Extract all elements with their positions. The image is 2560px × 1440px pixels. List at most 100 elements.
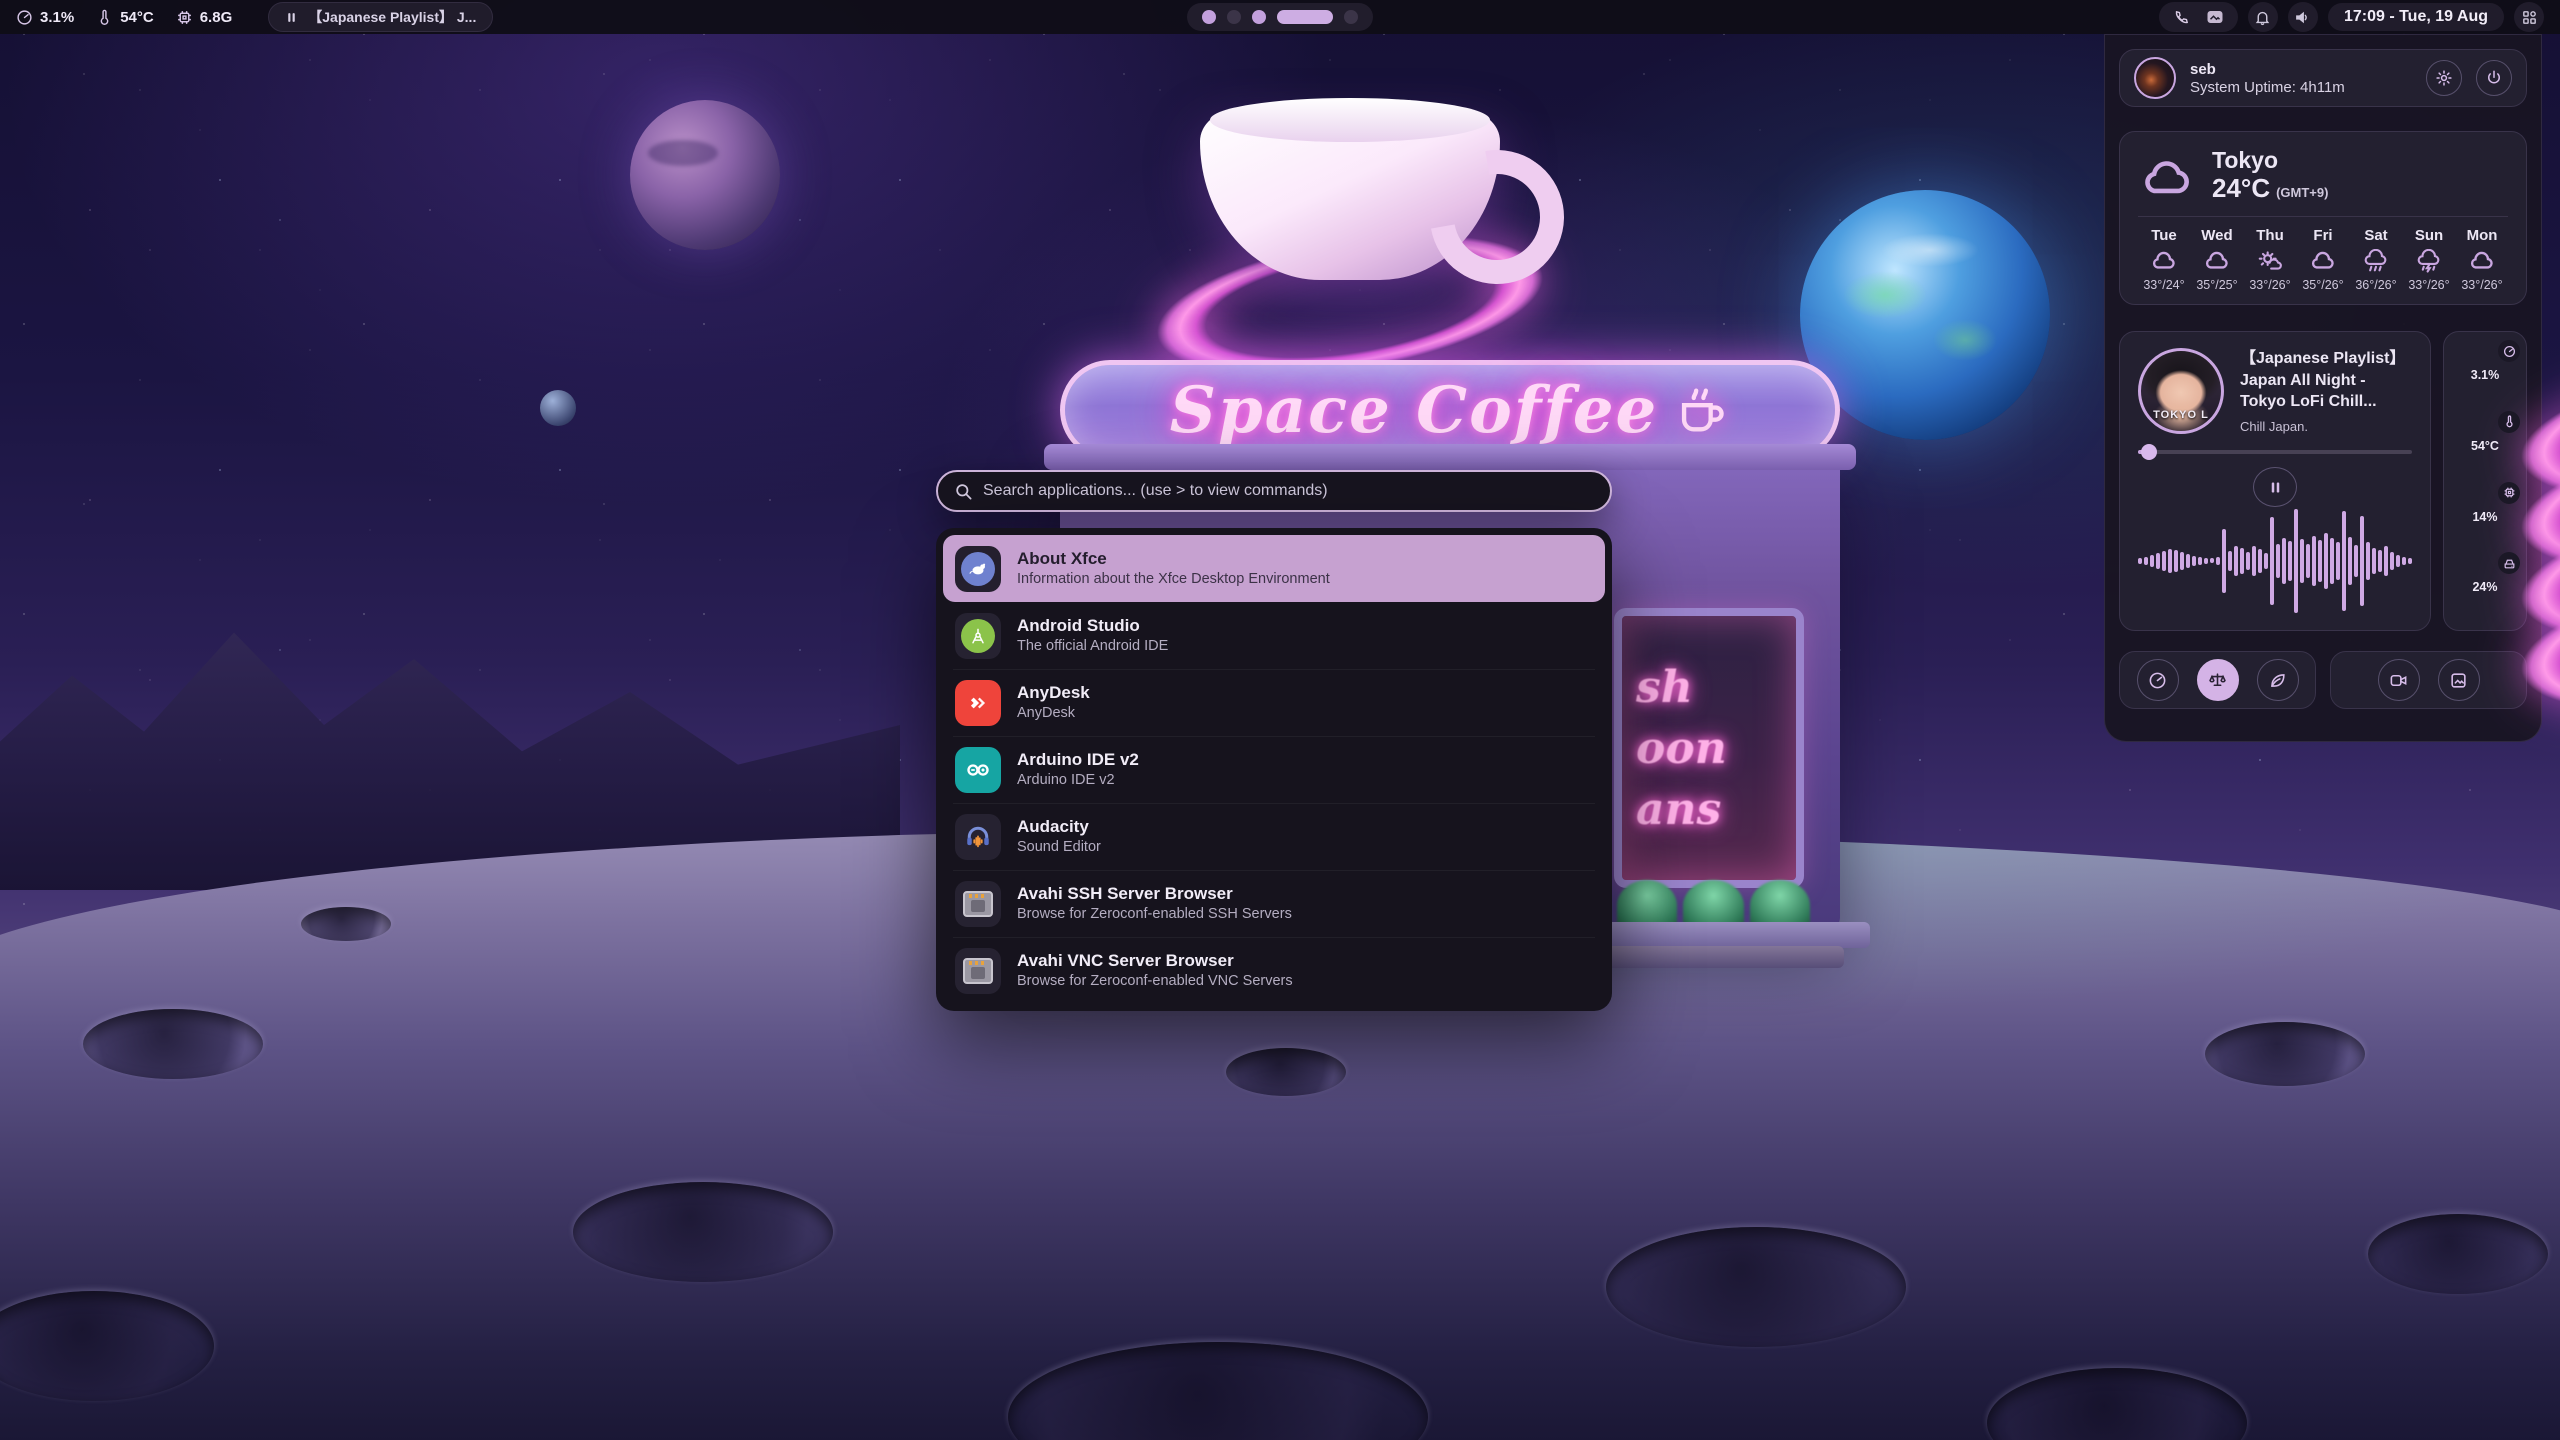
cloud-icon	[2203, 249, 2231, 273]
app-results-list: About Xfce Information about the Xfce De…	[936, 528, 1612, 1011]
tray-pill	[2159, 2, 2238, 32]
grid-icon	[2521, 9, 2538, 26]
anydesk-icon	[955, 680, 1001, 726]
app-description: The official Android IDE	[1017, 637, 1168, 656]
scales-icon	[2208, 671, 2227, 690]
workspace-dot-2[interactable]	[1227, 10, 1241, 24]
search-input[interactable]	[983, 482, 1594, 500]
weekly-forecast: Tue 33°/24° Wed 35°/25° Thu 33°/26° Fri …	[2138, 227, 2508, 292]
app-row-avahi-vnc[interactable]: Avahi VNC Server Browser Browse for Zero…	[943, 937, 1605, 1004]
app-row-avahi-ssh[interactable]: Avahi SSH Server Browser Browse for Zero…	[943, 870, 1605, 937]
phone-icon[interactable]	[2173, 9, 2190, 26]
power-button[interactable]	[2476, 60, 2512, 96]
audio-visualizer	[2138, 507, 2412, 614]
weather-temp: 24°C	[2212, 173, 2270, 203]
gauge-icon	[2148, 671, 2167, 690]
forecast-day: Fri 35°/26°	[2297, 227, 2349, 292]
thermometer-icon	[96, 9, 113, 26]
workspace-dot-1[interactable]	[1202, 10, 1216, 24]
audacity-icon	[955, 814, 1001, 860]
play-pause-button[interactable]	[2253, 467, 2297, 507]
window-neon-line: ans	[1636, 784, 1721, 835]
gauge-icon	[2503, 345, 2516, 358]
chip-icon	[2503, 486, 2516, 499]
forecast-day: Tue 33°/24°	[2138, 227, 2190, 292]
forecast-day: Sat 36°/26°	[2350, 227, 2402, 292]
workspace-dot-4-active[interactable]	[1277, 10, 1333, 24]
forecast-day: Wed 35°/25°	[2191, 227, 2243, 292]
app-title: AnyDesk	[1017, 682, 1090, 704]
now-playing-pill[interactable]: 【Japanese Playlist】 J...	[268, 2, 493, 32]
app-description: AnyDesk	[1017, 704, 1090, 723]
cloud-icon	[2138, 153, 2196, 199]
purple-planet	[630, 100, 780, 250]
music-player-card: TOKYO L 【Japanese Playlist】 Japan All Ni…	[2119, 331, 2431, 631]
eco-mode-button[interactable]	[2257, 659, 2299, 701]
overview-button[interactable]	[2514, 2, 2544, 32]
shop-window: sh oon ans	[1614, 608, 1804, 888]
app-row-arduino[interactable]: Arduino IDE v2 Arduino IDE v2	[943, 736, 1605, 803]
bell-icon	[2254, 9, 2271, 26]
workspace-dot-3[interactable]	[1252, 10, 1266, 24]
cpu-usage-value: 3.1%	[40, 9, 74, 26]
arduino-icon	[955, 747, 1001, 793]
storm-icon	[2415, 249, 2443, 273]
weather-timezone: (GMT+9)	[2276, 185, 2328, 200]
album-art-label: TOKYO L	[2141, 409, 2221, 421]
album-art[interactable]: TOKYO L	[2138, 348, 2224, 434]
app-row-about-xfce[interactable]: About Xfce Information about the Xfce De…	[943, 535, 1605, 602]
settings-button[interactable]	[2426, 60, 2462, 96]
now-playing-text: 【Japanese Playlist】 J...	[308, 7, 476, 27]
launcher-search[interactable]	[936, 470, 1612, 512]
temperature-gauge: 54°C	[2454, 415, 2516, 477]
dashboard-panel: seb System Uptime: 4h11m Tokyo 24°C (GMT+…	[2104, 34, 2542, 742]
performance-mode-button[interactable]	[2137, 659, 2179, 701]
app-row-anydesk[interactable]: AnyDesk AnyDesk	[943, 669, 1605, 736]
forecast-day: Sun 33°/26°	[2403, 227, 2455, 292]
leaf-icon	[2268, 671, 2287, 690]
top-panel-right: 17:09 - Tue, 19 Aug	[2159, 2, 2544, 32]
app-description: Browse for Zeroconf-enabled VNC Servers	[1017, 972, 1293, 991]
pause-icon	[285, 11, 298, 24]
app-title: Audacity	[1017, 816, 1101, 838]
avatar[interactable]	[2134, 57, 2176, 99]
forecast-day: Thu 33°/26°	[2244, 227, 2296, 292]
android-studio-icon	[955, 613, 1001, 659]
gear-icon	[2435, 69, 2453, 87]
thermometer-icon	[2503, 415, 2516, 428]
seek-handle[interactable]	[2141, 444, 2157, 460]
volume-button[interactable]	[2288, 2, 2318, 32]
app-title: Arduino IDE v2	[1017, 749, 1139, 771]
small-moon	[540, 390, 576, 426]
seek-bar[interactable]	[2138, 450, 2412, 454]
balanced-mode-button[interactable]	[2197, 659, 2239, 701]
temperature-stat[interactable]: 54°C	[96, 9, 154, 26]
workspace-dot-5[interactable]	[1344, 10, 1358, 24]
screen-record-button[interactable]	[2378, 659, 2420, 701]
app-description: Browse for Zeroconf-enabled SSH Servers	[1017, 905, 1292, 924]
memory-value: 6.8G	[200, 9, 233, 26]
cloud-icon	[2150, 249, 2178, 273]
forecast-day: Mon 33°/26°	[2456, 227, 2508, 292]
username: seb	[2190, 61, 2345, 78]
notifications-button[interactable]	[2248, 2, 2278, 32]
xfce-mouse-icon	[955, 546, 1001, 592]
app-row-audacity[interactable]: Audacity Sound Editor	[943, 803, 1605, 870]
app-row-android-studio[interactable]: Android Studio The official Android IDE	[943, 602, 1605, 669]
disk-icon	[2503, 557, 2516, 570]
network-port-icon	[955, 881, 1001, 927]
app-description: Arduino IDE v2	[1017, 771, 1139, 790]
image-icon[interactable]	[2206, 8, 2224, 26]
cloud-icon	[2309, 249, 2337, 273]
divider	[2138, 216, 2508, 217]
chip-icon	[176, 9, 193, 26]
clock[interactable]: 17:09 - Tue, 19 Aug	[2328, 3, 2504, 31]
system-stats: 3.1% 54°C 6.8G 【Japanese Playlist】 J...	[16, 2, 493, 32]
memory-stat[interactable]: 6.8G	[176, 9, 233, 26]
user-card: seb System Uptime: 4h11m	[2119, 49, 2527, 107]
cpu-usage-stat[interactable]: 3.1%	[16, 9, 74, 26]
ram-gauge: 14%	[2454, 486, 2516, 548]
network-port-icon	[955, 948, 1001, 994]
app-launcher: About Xfce Information about the Xfce De…	[936, 470, 1612, 1011]
weather-city: Tokyo	[2212, 148, 2328, 173]
